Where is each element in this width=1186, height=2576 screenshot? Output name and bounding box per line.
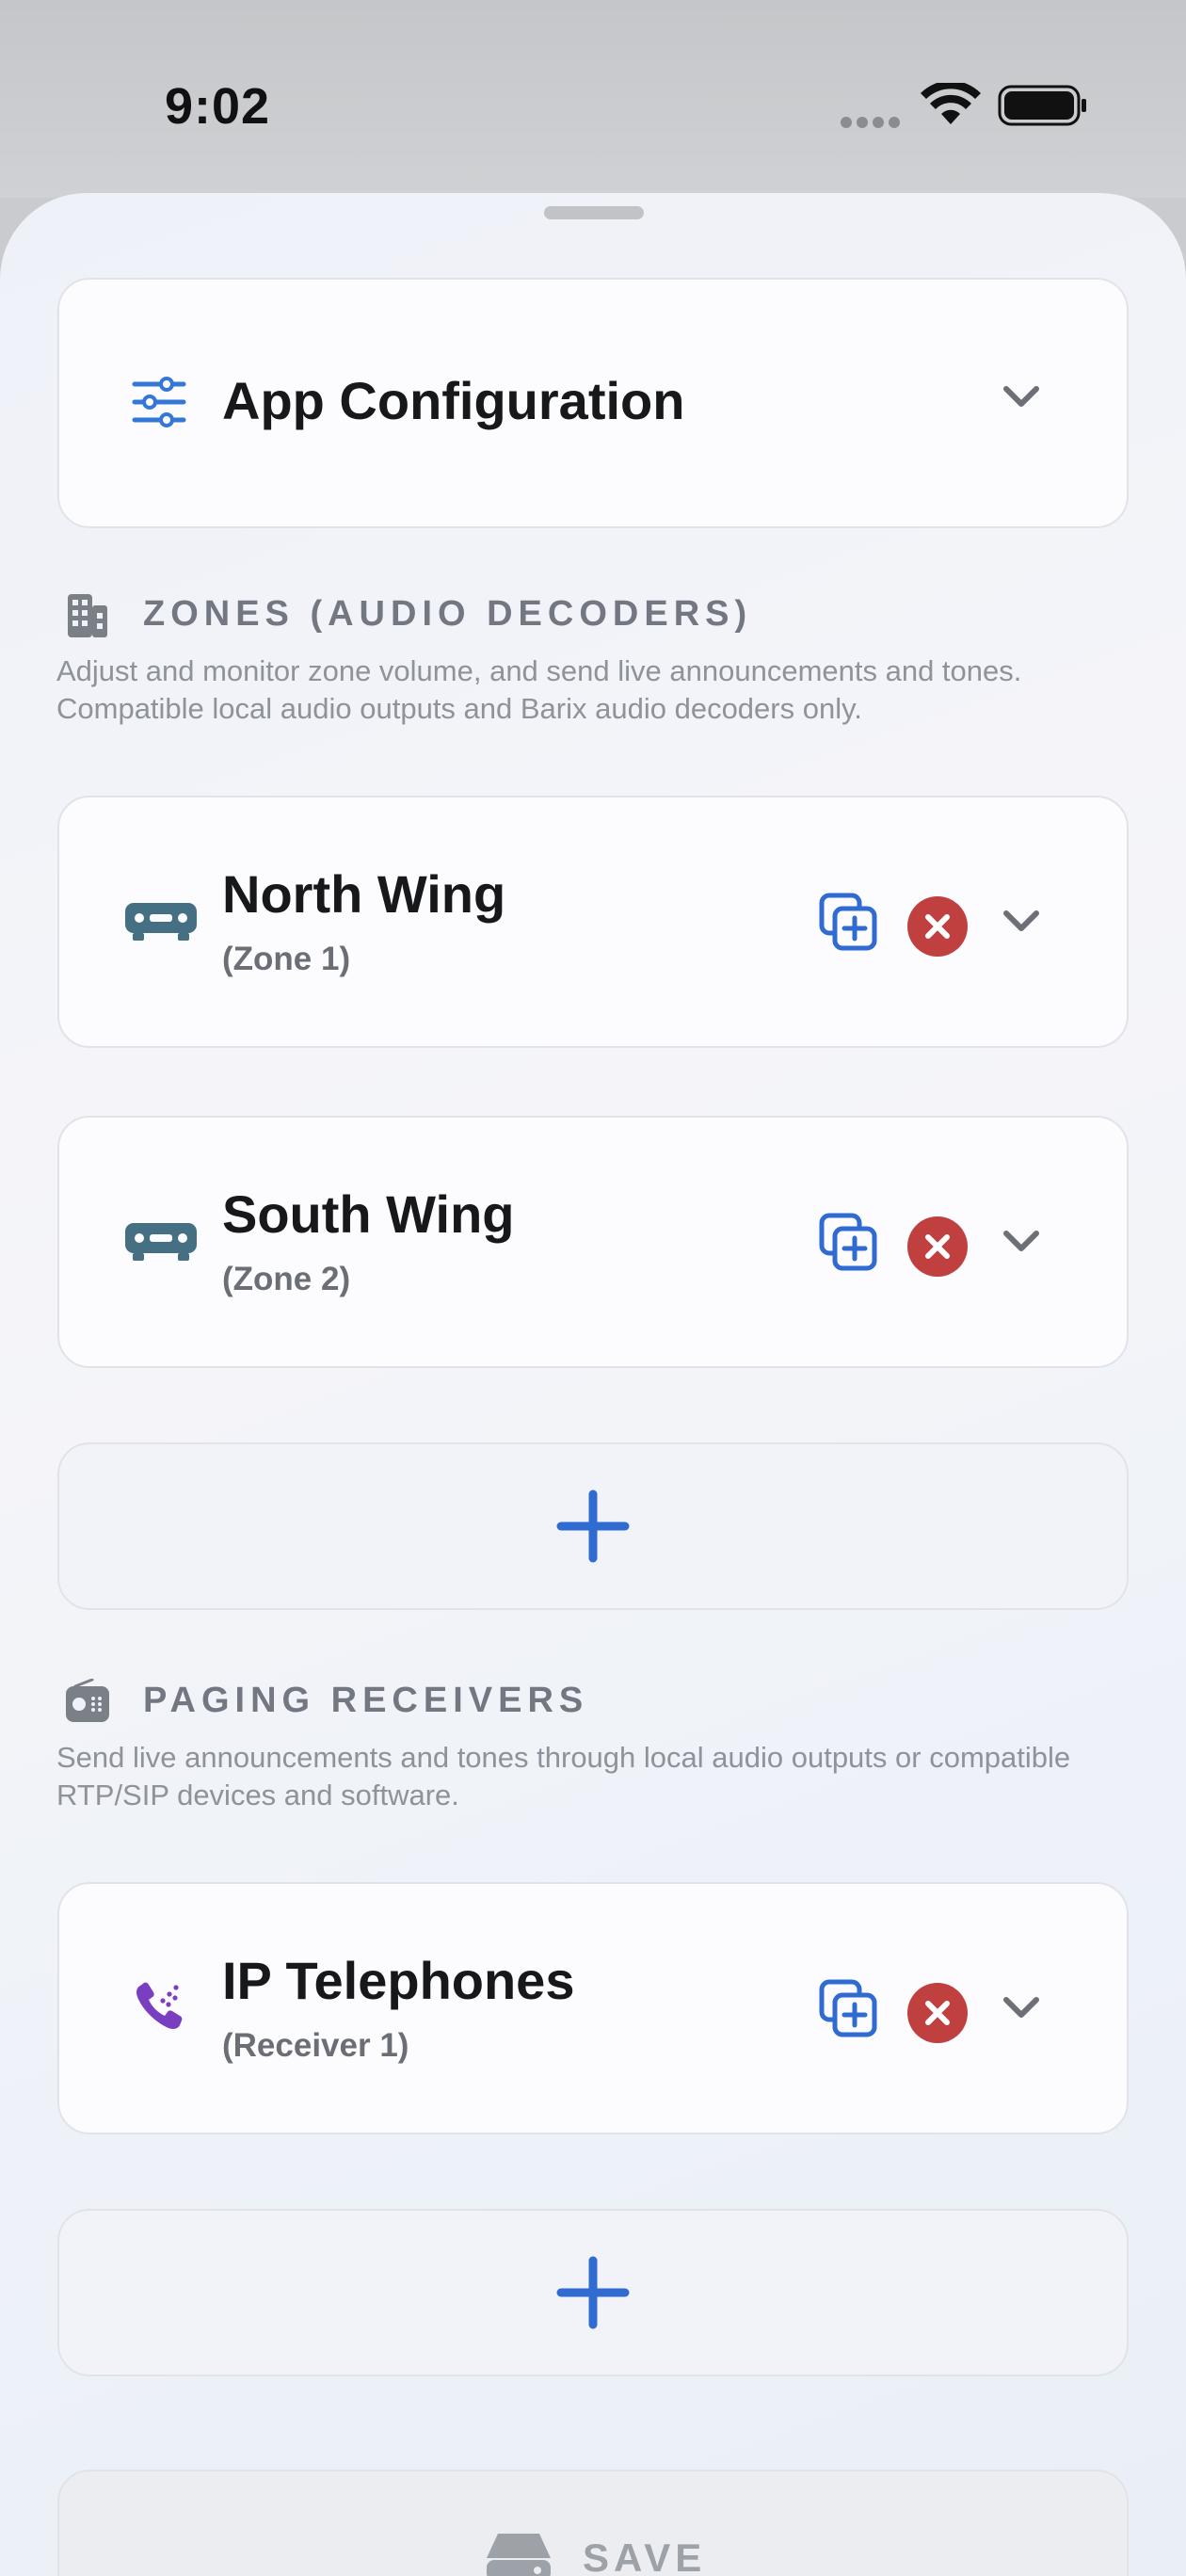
paging-heading: PAGING RECEIVERS bbox=[143, 1681, 589, 1720]
status-time: 9:02 bbox=[165, 78, 271, 135]
duplicate-icon[interactable] bbox=[818, 892, 878, 952]
building-icon bbox=[68, 594, 107, 637]
paging-description: Send live announcements and tones throug… bbox=[56, 1741, 1071, 1811]
drive-icon bbox=[487, 2534, 551, 2576]
zone-name: North Wing bbox=[222, 864, 506, 924]
chevron-down-icon[interactable] bbox=[1001, 383, 1042, 411]
signal-dots-icon bbox=[841, 116, 905, 133]
delete-icon[interactable] bbox=[906, 1982, 969, 2044]
sheet-grabber[interactable] bbox=[544, 206, 644, 219]
save-label: SAVE bbox=[583, 2536, 707, 2576]
save-button[interactable]: SAVE bbox=[57, 2470, 1129, 2576]
receiver-card-ip-telephones[interactable]: IP Telephones (Receiver 1) bbox=[57, 1882, 1129, 2134]
receiver-subtitle: (Receiver 1) bbox=[222, 2027, 409, 2064]
zone-name: South Wing bbox=[222, 1184, 515, 1244]
wifi-icon bbox=[921, 83, 981, 124]
app-configuration-title: App Configuration bbox=[222, 371, 685, 430]
add-receiver-button[interactable] bbox=[57, 2209, 1129, 2376]
delete-icon[interactable] bbox=[906, 1216, 969, 1278]
receiver-name: IP Telephones bbox=[222, 1951, 575, 2010]
app-configuration-card[interactable]: App Configuration bbox=[57, 278, 1129, 528]
zone-card-north-wing[interactable]: North Wing (Zone 1) bbox=[57, 796, 1129, 1048]
zone-subtitle: (Zone 1) bbox=[222, 941, 351, 977]
battery-icon bbox=[998, 85, 1086, 126]
radio-icon bbox=[66, 1679, 109, 1722]
plus-icon bbox=[556, 2256, 630, 2329]
chevron-down-icon[interactable] bbox=[1001, 908, 1042, 936]
audio-decoder-icon bbox=[125, 903, 197, 941]
settings-sheet: App Configuration ZONES (AUDIO DECODERS)… bbox=[0, 193, 1186, 2576]
status-bar: 9:02 bbox=[0, 0, 1186, 198]
duplicate-icon[interactable] bbox=[818, 1978, 878, 2038]
sliders-icon bbox=[132, 377, 186, 427]
zones-heading: ZONES (AUDIO DECODERS) bbox=[143, 594, 753, 634]
zone-subtitle: (Zone 2) bbox=[222, 1261, 351, 1297]
chevron-down-icon[interactable] bbox=[1001, 1994, 1042, 2022]
zones-description: Adjust and monitor zone volume, and send… bbox=[56, 654, 1022, 725]
add-zone-button[interactable] bbox=[57, 1442, 1129, 1610]
duplicate-icon[interactable] bbox=[818, 1212, 878, 1272]
plus-icon bbox=[556, 1489, 630, 1563]
zone-card-south-wing[interactable]: South Wing (Zone 2) bbox=[57, 1116, 1129, 1368]
phone-icon bbox=[136, 1982, 183, 2029]
chevron-down-icon[interactable] bbox=[1001, 1228, 1042, 1256]
audio-decoder-icon bbox=[125, 1223, 197, 1261]
delete-icon[interactable] bbox=[906, 895, 969, 958]
